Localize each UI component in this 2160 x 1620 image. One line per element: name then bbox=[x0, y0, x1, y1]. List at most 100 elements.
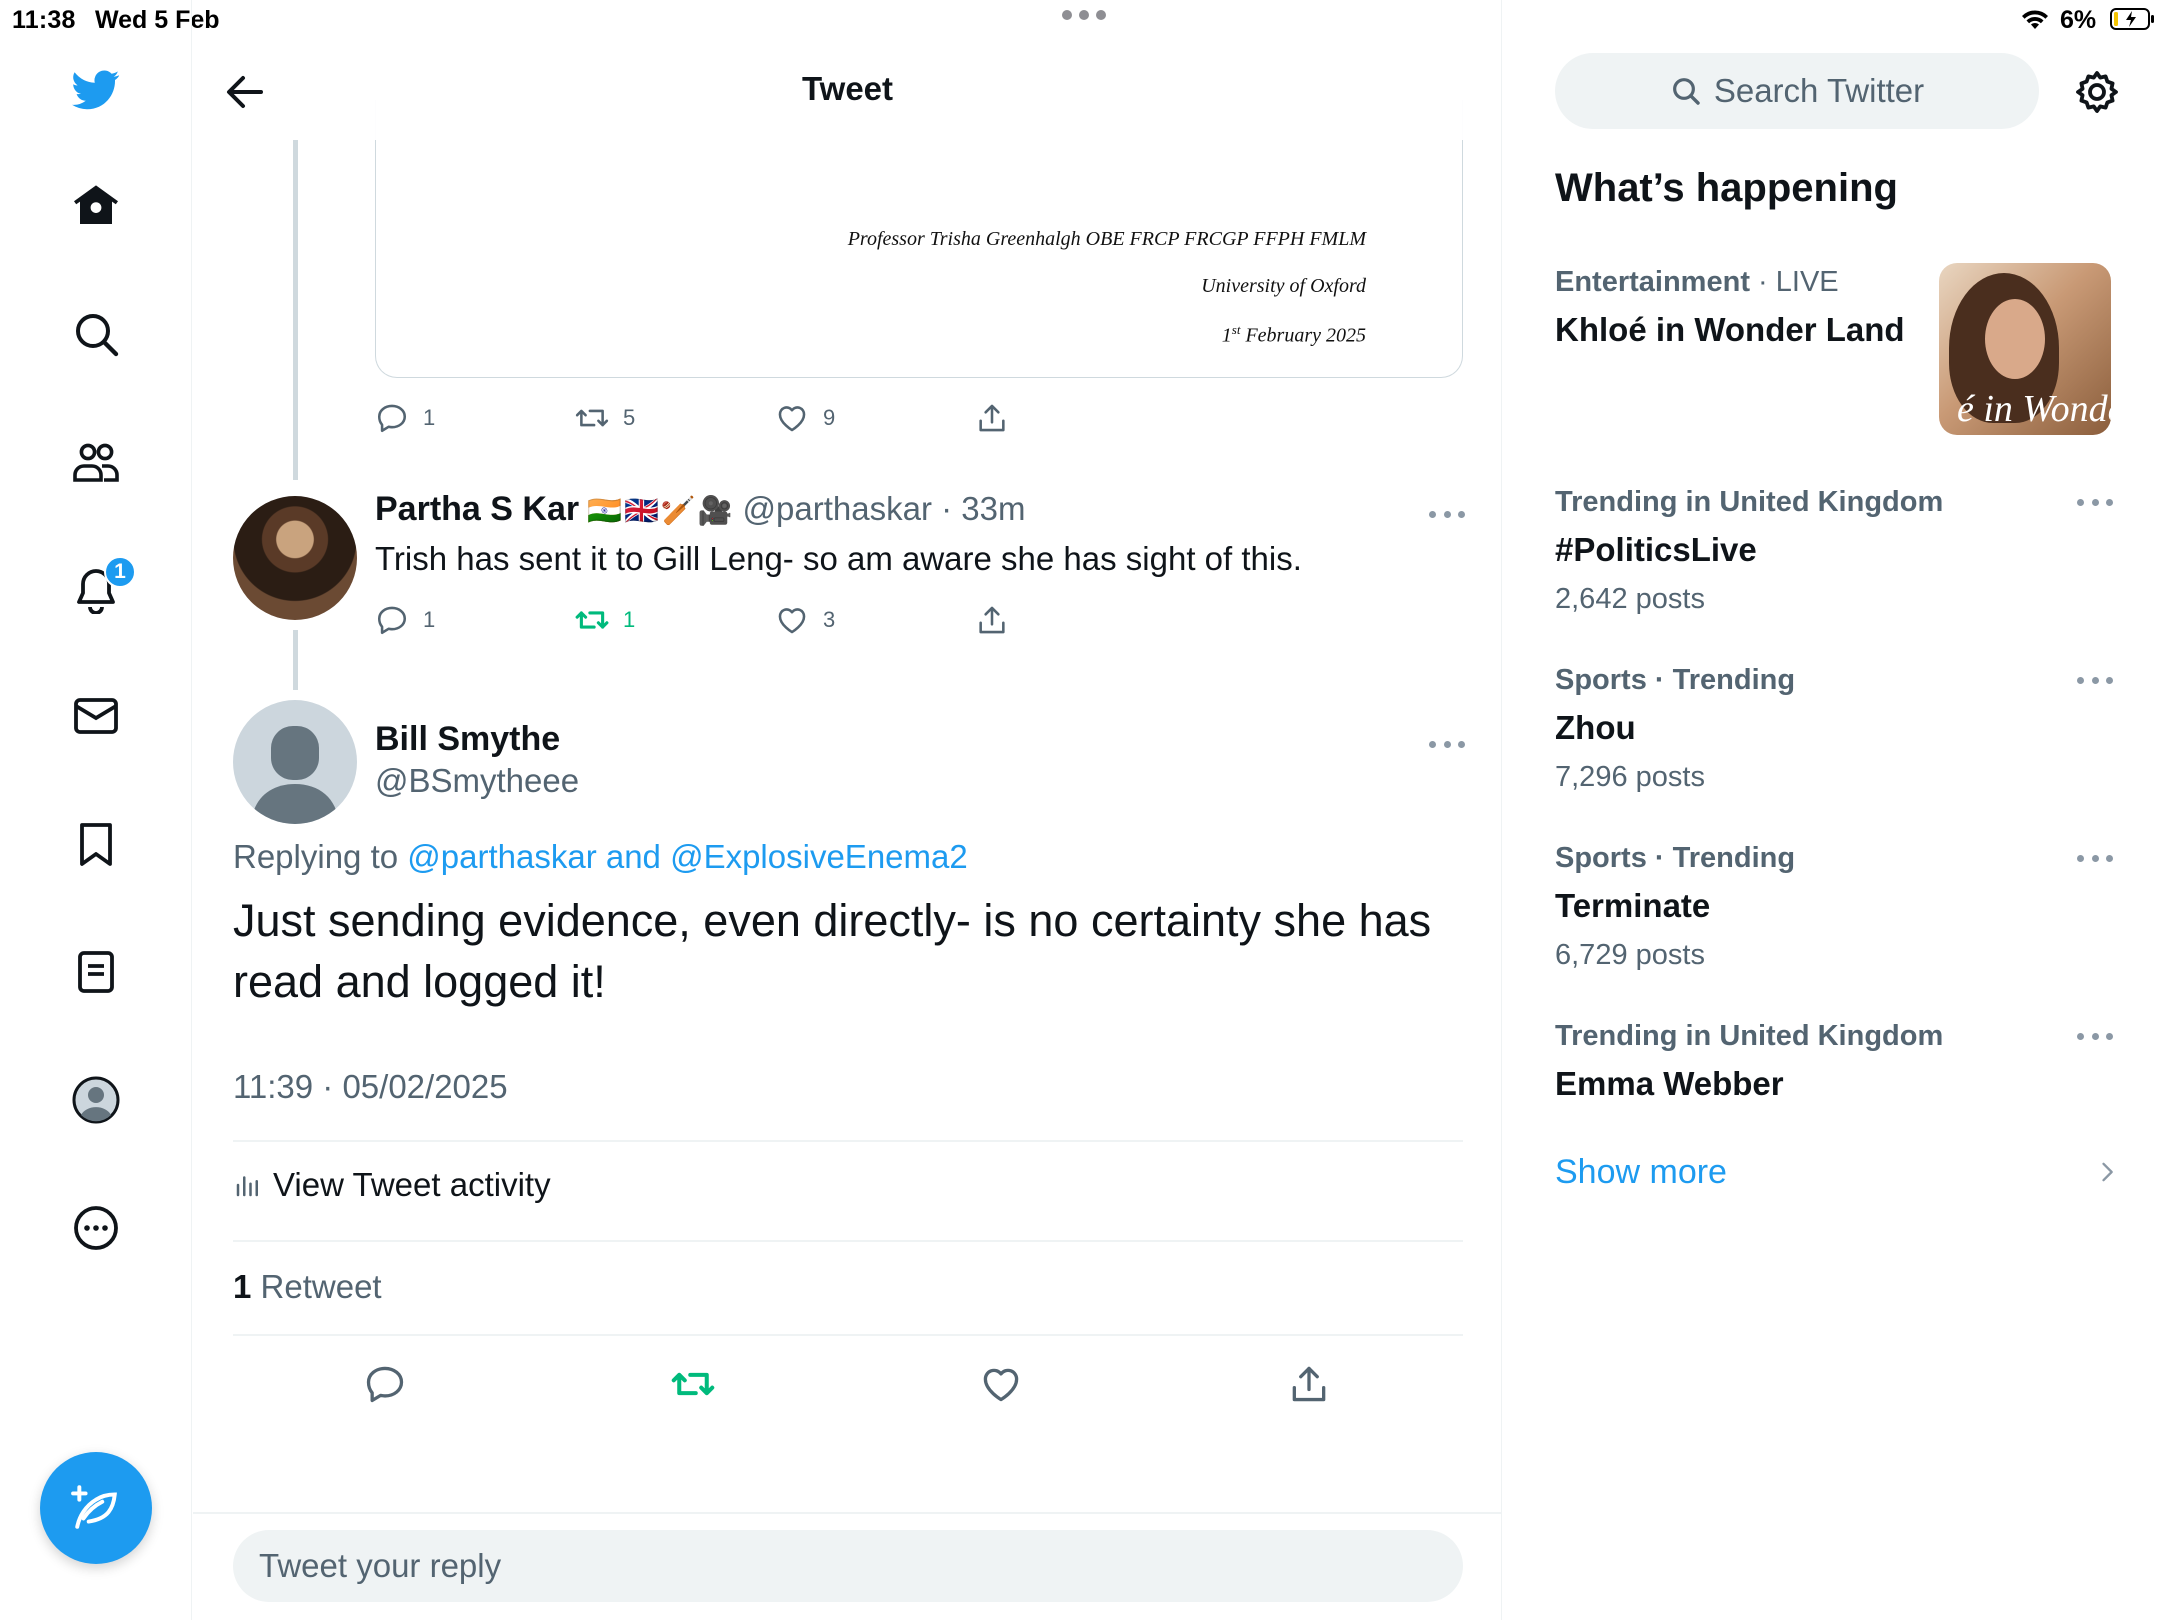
tweet-timestamp[interactable]: 11:39 · 05/02/2025 bbox=[233, 1068, 508, 1106]
divider bbox=[233, 1240, 1463, 1242]
twitter-logo[interactable] bbox=[60, 54, 132, 126]
bookmark-icon bbox=[80, 823, 112, 866]
trend-thumbnail[interactable]: é in Wonder L bbox=[1939, 263, 2111, 435]
parent-tweet-actions: 1 5 9 bbox=[375, 398, 1275, 438]
share-icon bbox=[979, 404, 1005, 432]
view-tweet-activity[interactable]: View Tweet activity bbox=[233, 1166, 551, 1204]
retweet-number: 1 bbox=[233, 1268, 252, 1305]
profile-icon bbox=[72, 1076, 120, 1124]
reply-input[interactable] bbox=[233, 1530, 1463, 1602]
nav-notifications[interactable]: 1 bbox=[60, 554, 136, 626]
author-name[interactable]: Partha S Kar bbox=[375, 490, 579, 529]
share-icon bbox=[1292, 1366, 1326, 1402]
reply-button[interactable]: 1 bbox=[375, 398, 435, 438]
analytics-icon bbox=[236, 1176, 258, 1197]
tweet-media-card[interactable]: Professor Trisha Greenhalgh OBE FRCP FRC… bbox=[375, 100, 1463, 378]
trend-more-button[interactable] bbox=[2077, 1030, 2113, 1042]
nav-communities[interactable] bbox=[60, 426, 132, 498]
like-button[interactable]: 9 bbox=[775, 398, 835, 438]
like-button[interactable]: 3 bbox=[775, 600, 835, 640]
trend-item[interactable]: Sports · Trending Zhou 7,296 posts bbox=[1555, 664, 2115, 794]
twitter-bird-icon bbox=[72, 70, 120, 110]
search-input[interactable]: Search Twitter bbox=[1555, 53, 2039, 129]
author-handle: @parthaskar · 33m bbox=[742, 490, 1026, 527]
nav-bookmarks[interactable] bbox=[60, 808, 132, 880]
default-avatar-icon bbox=[251, 726, 339, 824]
tweet-detail-column: Tweet Professor Trisha Greenhalgh OBE FR… bbox=[193, 0, 1502, 1620]
reply-icon bbox=[377, 606, 407, 635]
nav-explore[interactable] bbox=[60, 298, 132, 370]
share-button[interactable] bbox=[975, 600, 1009, 640]
author-emoji: 🇮🇳🇬🇧🏏🎥 bbox=[587, 495, 735, 526]
replying-mentions[interactable]: @parthaskar and @ExplosiveEnema2 bbox=[407, 838, 967, 875]
trend-more-button[interactable] bbox=[2077, 852, 2113, 864]
reply-icon bbox=[377, 404, 407, 433]
chevron-right-icon[interactable] bbox=[2093, 1158, 2121, 1186]
reply-composer bbox=[193, 1512, 1501, 1620]
like-button[interactable] bbox=[979, 1362, 1027, 1410]
page-title: Tweet bbox=[193, 70, 1501, 108]
nav-more[interactable] bbox=[60, 1192, 132, 1264]
heart-icon bbox=[983, 1368, 1019, 1402]
retweet-icon bbox=[575, 611, 609, 629]
reply-button[interactable]: 1 bbox=[375, 600, 435, 640]
gear-icon[interactable] bbox=[2073, 68, 2121, 116]
retweet-icon bbox=[575, 409, 609, 427]
document-signatory: Professor Trisha Greenhalgh OBE FRCP FRC… bbox=[847, 228, 1366, 250]
tweet-text: Just sending evidence, even directly- is… bbox=[233, 895, 1432, 1007]
document-institution: University of Oxford bbox=[1201, 275, 1366, 297]
compose-tweet-button[interactable] bbox=[40, 1452, 152, 1564]
activity-label: View Tweet activity bbox=[273, 1166, 551, 1203]
avatar[interactable] bbox=[233, 496, 357, 620]
trend-item[interactable]: Sports · Trending Terminate 6,729 posts bbox=[1555, 842, 2115, 972]
tweet-more-button[interactable] bbox=[1429, 738, 1465, 750]
nav-home[interactable] bbox=[60, 170, 132, 242]
notification-badge: 1 bbox=[104, 556, 136, 588]
trend-more-button[interactable] bbox=[2077, 496, 2113, 508]
reply-count: 1 bbox=[423, 607, 436, 632]
trend-title: #PoliticsLive bbox=[1555, 531, 1757, 568]
tweet-more-button[interactable] bbox=[1429, 508, 1465, 520]
document-date: 1st February 2025 bbox=[1221, 322, 1366, 347]
show-more-link[interactable]: Show more bbox=[1555, 1153, 1727, 1192]
focal-tweet-actions bbox=[233, 1362, 1463, 1410]
more-icon bbox=[74, 1206, 118, 1250]
section-title: What’s happening bbox=[1555, 166, 1898, 210]
compose-icon bbox=[71, 1485, 117, 1529]
heart-icon bbox=[778, 608, 806, 634]
trend-meta: Sports · Trending bbox=[1555, 842, 1796, 874]
share-button[interactable] bbox=[1287, 1362, 1335, 1410]
share-icon bbox=[979, 606, 1005, 634]
reply-button[interactable] bbox=[363, 1362, 411, 1410]
heart-icon bbox=[778, 406, 806, 432]
trend-item[interactable]: Trending in United Kingdom Emma Webber bbox=[1555, 1020, 2115, 1103]
share-button[interactable] bbox=[975, 398, 1009, 438]
retweet-button[interactable]: 5 bbox=[575, 398, 635, 438]
retweet-button[interactable]: 1 bbox=[575, 600, 635, 640]
author-handle[interactable]: @BSmytheee bbox=[375, 762, 579, 800]
reply-tweet-actions: 1 1 3 bbox=[375, 600, 1275, 640]
tweet-author[interactable]: Partha S Kar 🇮🇳🇬🇧🏏🎥 @parthaskar · 33m bbox=[375, 490, 1025, 529]
nav-messages[interactable] bbox=[60, 680, 132, 752]
communities-icon bbox=[73, 443, 119, 482]
retweet-button[interactable] bbox=[671, 1362, 719, 1410]
avatar[interactable] bbox=[233, 700, 357, 824]
trend-meta: Trending in United Kingdom bbox=[1555, 1020, 1944, 1052]
trend-count: 6,729 posts bbox=[1555, 939, 1705, 971]
page-header: Tweet bbox=[193, 40, 1501, 140]
nav-profile[interactable] bbox=[60, 1064, 132, 1136]
thread-connector bbox=[293, 140, 298, 480]
trend-more-button[interactable] bbox=[2077, 674, 2113, 686]
retweet-stats[interactable]: 1 Retweet bbox=[233, 1268, 382, 1306]
retweet-count: 5 bbox=[623, 405, 636, 430]
trend-count: 2,642 posts bbox=[1555, 583, 1705, 615]
tweet-text: Trish has sent it to Gill Leng- so am aw… bbox=[375, 540, 1302, 577]
trend-item[interactable]: Trending in United Kingdom #PoliticsLive… bbox=[1555, 486, 2115, 616]
like-count: 3 bbox=[823, 607, 836, 632]
replying-to: Replying to @parthaskar and @ExplosiveEn… bbox=[233, 838, 968, 876]
reply-count: 1 bbox=[423, 405, 436, 430]
nav-lists[interactable] bbox=[60, 936, 132, 1008]
author-name[interactable]: Bill Smythe bbox=[375, 720, 560, 759]
search-icon bbox=[1672, 78, 1700, 105]
tweet-author[interactable]: Bill Smythe bbox=[375, 720, 560, 759]
